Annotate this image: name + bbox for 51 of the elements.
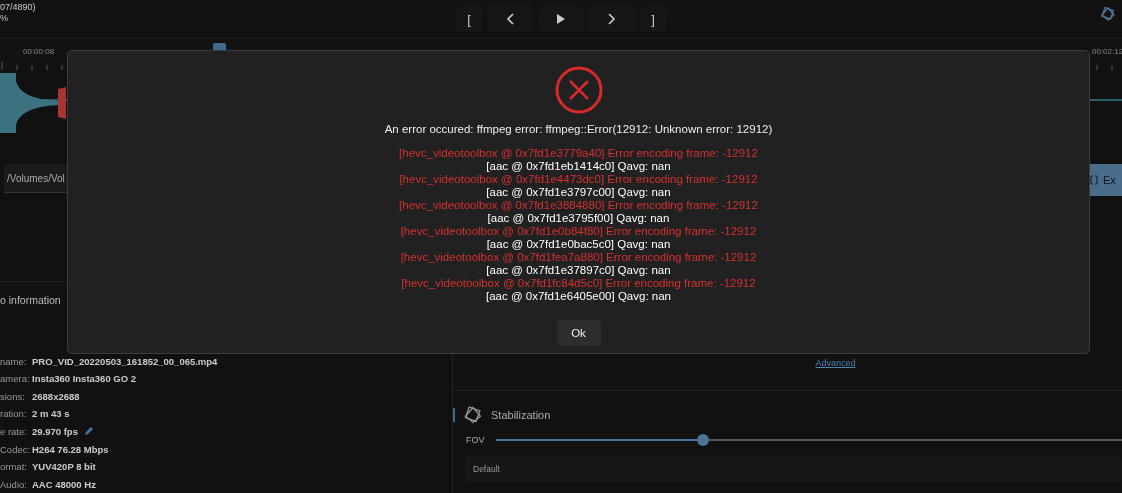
info-value: AAC 48000 Hz <box>32 478 96 490</box>
slider-thumb[interactable] <box>696 434 709 446</box>
play-icon <box>557 14 565 24</box>
info-value: Insta360 Insta360 GO 2 <box>32 373 137 385</box>
info-value: PRO_VID_20220503_161852_00_065.mp4 <box>32 355 218 367</box>
log-line: [aac @ 0x7fd1e37897c0] Qavg: nan <box>486 264 671 277</box>
info-value: 29.970 fps <box>32 425 78 437</box>
log-line: [hevc_videotoolbox @ 0x7fd1e0b84f80] Error encoding frame: -12912 <box>400 225 757 238</box>
info-value: 2 m 43 s <box>32 408 70 420</box>
log-line: [hevc_videotoolbox @ 0x7fd1e3884880] Error encoding frame: -12912 <box>399 199 758 212</box>
mark-out-button[interactable]: ] <box>640 6 666 32</box>
info-value: 2688x2688 <box>32 390 80 402</box>
stabilizer-logo-icon <box>463 405 483 425</box>
info-label: ration: <box>0 408 26 420</box>
next-frame-button[interactable] <box>589 6 635 32</box>
info-label: sions: <box>0 390 26 402</box>
info-value: YUV420P 8 bit <box>32 461 96 473</box>
info-label: Audio: <box>0 478 26 490</box>
info-label: name: <box>0 355 26 367</box>
chevron-left-icon <box>506 13 514 25</box>
ok-button[interactable]: Ok <box>556 320 601 346</box>
play-button[interactable] <box>538 6 584 32</box>
log-line: [hevc_videotoolbox @ 0x7fd1fea7a880] Error encoding frame: -12912 <box>400 251 757 264</box>
log-line: [aac @ 0x7fd1e3797c00] Qavg: nan <box>486 186 671 199</box>
bracket-icon <box>1090 175 1098 185</box>
log-line: [aac @ 0x7fd1eb1414c0] Qavg: nan <box>486 160 671 173</box>
error-icon <box>554 66 603 114</box>
progress-percent: % <box>0 13 9 24</box>
log-line: [aac @ 0x7fd1e3795f00] Qavg: nan <box>487 212 670 225</box>
advanced-link[interactable]: Advanced <box>815 358 856 368</box>
chevron-right-icon <box>608 13 616 25</box>
stabilizer-logo-icon[interactable] <box>1100 6 1116 22</box>
section-title: Stabilization <box>491 409 551 421</box>
time-label: 00:00:08 <box>23 47 55 56</box>
log-line: [aac @ 0x7fd1e6405e00] Qavg: nan <box>486 290 671 303</box>
frame-counter: 07/4890) <box>0 2 36 13</box>
method-dropdown[interactable]: Default <box>465 456 1122 482</box>
log-line: [hevc_videotoolbox @ 0x7fd1e3779a40] Error encoding frame: -12912 <box>399 147 758 160</box>
info-label: e rate: <box>0 425 26 437</box>
log-line: [aac @ 0x7fd1e0bac5c0] Qavg: nan <box>486 238 671 251</box>
error-message: An error occured: ffmpeg error: ffmpeg::Error(12912: Unknown error: 12912) <box>384 123 773 135</box>
pencil-icon[interactable] <box>83 426 94 437</box>
log-line: [hevc_videotoolbox @ 0x7fd1fc84d5c0] Error encoding frame: -12912 <box>401 277 756 290</box>
previous-frame-button[interactable] <box>487 6 533 32</box>
fov-label: FOV <box>466 435 484 445</box>
log-line: [hevc_videotoolbox @ 0x7fd1e4473dc0] Error encoding frame: -12912 <box>399 173 758 186</box>
mark-in-button[interactable]: [ <box>456 6 482 32</box>
info-label: ormat: <box>0 461 26 473</box>
section-marker <box>453 408 455 422</box>
info-value: H264 76.28 Mbps <box>32 443 109 455</box>
time-label: 00:02:12 <box>1092 47 1122 56</box>
